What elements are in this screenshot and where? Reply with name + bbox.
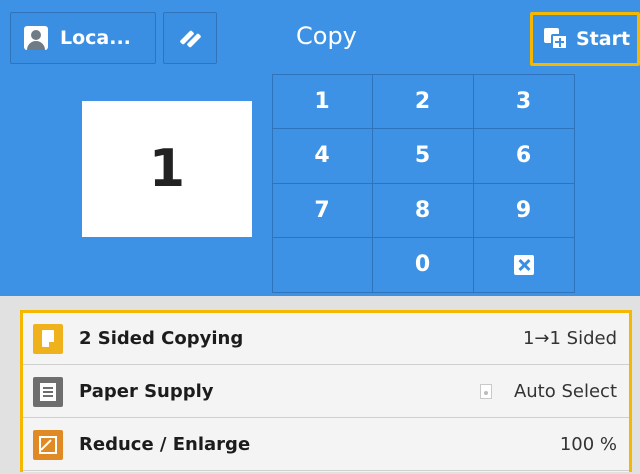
feature-value: 100 % <box>559 434 617 455</box>
quantity-display: 1 <box>82 101 252 237</box>
feature-name: Reduce / Enlarge <box>79 434 251 455</box>
start-button[interactable]: Start <box>530 12 640 66</box>
key-7[interactable]: 7 <box>271 182 373 238</box>
key-3[interactable]: 3 <box>472 73 575 129</box>
key-0[interactable]: 0 <box>371 237 474 293</box>
reset-button[interactable] <box>163 12 217 64</box>
user-icon <box>24 26 48 50</box>
key-8[interactable]: 8 <box>371 182 474 238</box>
feature-name: Paper Supply <box>79 381 214 402</box>
key-4[interactable]: 4 <box>271 128 373 184</box>
feature-row-reduce-enlarge[interactable]: Reduce / Enlarge 100 % <box>23 419 629 471</box>
feature-list: 2 Sided Copying 1→1 Sided Paper Supply A… <box>20 310 632 472</box>
paper-tray-icon <box>33 376 63 407</box>
feature-area: 2 Sided Copying 1→1 Sided Paper Supply A… <box>0 296 640 474</box>
key-1[interactable]: 1 <box>271 73 373 129</box>
login-button[interactable]: Loca... <box>10 12 156 64</box>
feature-value: Auto Select <box>479 381 617 402</box>
page-title: Copy <box>296 22 357 50</box>
reduce-enlarge-icon <box>33 429 63 460</box>
key-6[interactable]: 6 <box>472 128 575 184</box>
paper-size-icon <box>479 384 492 399</box>
numeric-keypad: 1 2 3 4 5 6 7 8 9 0 <box>271 73 575 293</box>
feature-row-2-sided-copying[interactable]: 2 Sided Copying 1→1 Sided <box>23 313 629 365</box>
start-copy-icon <box>544 28 568 50</box>
feature-value: 1→1 Sided <box>522 328 617 349</box>
login-label: Loca... <box>60 27 131 49</box>
two-sided-icon <box>33 323 63 354</box>
key-9[interactable]: 9 <box>472 182 575 238</box>
copy-panel: Loca... Copy Start 1 1 2 3 4 5 6 7 8 9 0 <box>0 0 640 296</box>
start-label: Start <box>576 28 631 50</box>
key-2[interactable]: 2 <box>371 73 474 129</box>
clear-icon <box>513 254 534 275</box>
clear-key[interactable] <box>472 237 575 293</box>
feature-name: 2 Sided Copying <box>79 328 244 349</box>
key-blank <box>271 237 373 293</box>
key-5[interactable]: 5 <box>371 128 474 184</box>
reset-icon <box>180 30 201 48</box>
feature-row-paper-supply[interactable]: Paper Supply Auto Select <box>23 366 629 418</box>
